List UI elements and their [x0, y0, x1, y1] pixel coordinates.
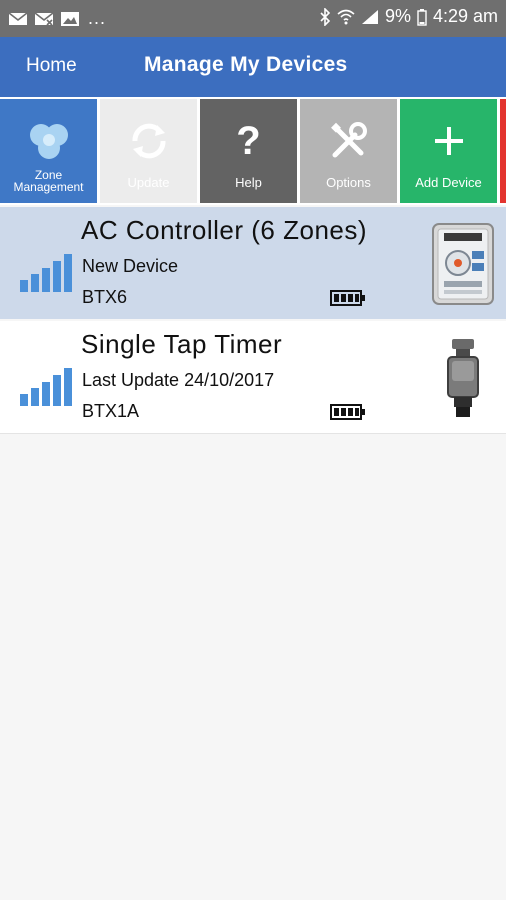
zone-icon	[0, 119, 97, 163]
update-label: Update	[127, 175, 170, 190]
zone-management-label: Zone Management	[13, 168, 84, 194]
app-header: Home Manage My Devices	[0, 37, 506, 97]
question-icon: ?	[236, 119, 261, 163]
signal-strength-icon	[20, 368, 72, 406]
device-name: Single Tap Timer	[81, 329, 283, 359]
page-title: Manage My Devices	[144, 53, 348, 76]
battery-full-icon	[330, 404, 365, 420]
device-model: BTX1A	[82, 401, 140, 421]
zone-management-button[interactable]: Zone Management	[0, 99, 97, 203]
help-button[interactable]: ? Help	[200, 99, 297, 203]
add-device-label: Add Device	[415, 175, 482, 190]
help-label: Help	[235, 175, 262, 190]
options-label: Options	[326, 175, 371, 190]
device-name: AC Controller (6 Zones)	[81, 215, 368, 245]
home-button[interactable]: Home	[26, 55, 77, 77]
wifi-icon	[337, 9, 355, 24]
device-model: BTX6	[82, 287, 128, 307]
device-row[interactable]: AC Controller (6 Zones) New Device BTX6	[0, 207, 506, 319]
battery-full-icon	[330, 290, 365, 306]
update-button[interactable]: Update	[100, 99, 197, 203]
toolbar: Zone Management Update ? Help Options Ad…	[0, 97, 506, 205]
plus-icon	[400, 119, 497, 163]
device-row[interactable]: Single Tap Timer Last Update 24/10/2017 …	[0, 321, 506, 434]
mail-icon	[8, 11, 28, 25]
status-bar: ... 9% 4:29 am	[0, 0, 506, 37]
cell-signal-icon	[361, 9, 378, 24]
signal-strength-icon	[20, 254, 72, 292]
more-toolbar-button[interactable]	[500, 99, 506, 203]
add-device-button[interactable]: Add Device	[400, 99, 497, 203]
overflow-indicator: ...	[88, 8, 107, 28]
refresh-icon	[100, 119, 197, 163]
clock: 4:29 am	[432, 6, 498, 26]
tools-icon	[300, 119, 397, 163]
battery-icon	[417, 8, 427, 26]
mail-dismiss-icon	[34, 11, 54, 26]
image-icon	[61, 11, 79, 26]
tap-timer-icon	[447, 339, 479, 417]
options-button[interactable]: Options	[300, 99, 397, 203]
battery-percent: 9%	[384, 6, 411, 26]
device-status: New Device	[82, 256, 179, 276]
bluetooth-icon	[320, 7, 331, 26]
device-status: Last Update 24/10/2017	[82, 370, 275, 390]
ac-controller-icon	[432, 223, 494, 305]
